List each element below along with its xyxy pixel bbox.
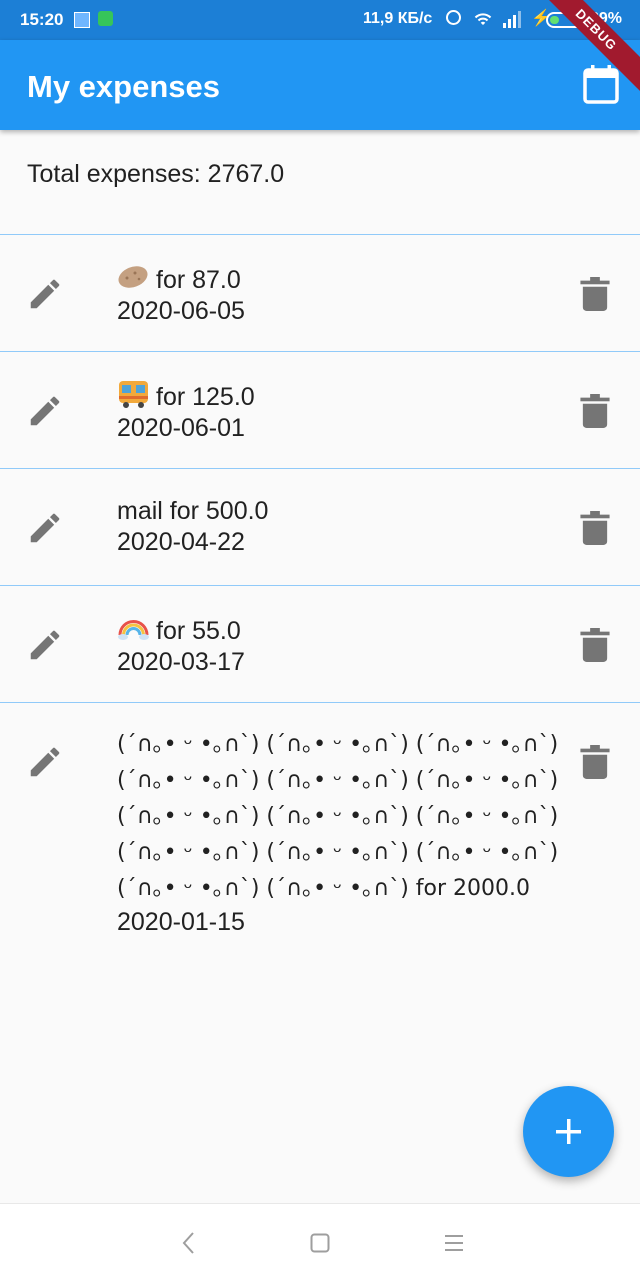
expense-date: 2020-04-22	[117, 528, 245, 556]
pencil-icon[interactable]	[26, 392, 64, 430]
expense-list: for 87.0 2020-06-05 for 125.0 2020-06-01…	[0, 234, 640, 1063]
expense-text: mail for 500.0 2020-04-22	[117, 496, 557, 558]
menu-icon[interactable]	[443, 1232, 465, 1254]
network-speed: 11,9 КБ/с	[363, 10, 433, 27]
signal-icon	[503, 11, 521, 28]
notification-icon	[74, 12, 90, 28]
expense-date: 2020-03-17	[117, 648, 245, 676]
pencil-icon[interactable]	[26, 509, 64, 547]
expense-description-line: (´∩｡• ᵕ •｡∩`) (´∩｡• ᵕ •｡∩`) (´∩｡• ᵕ •｡∩`…	[117, 840, 559, 865]
add-expense-button[interactable]	[523, 1086, 614, 1177]
expense-description-line: (´∩｡• ᵕ •｡∩`) (´∩｡• ᵕ •｡∩`) for 2000.0	[117, 876, 531, 901]
expense-amount: mail for 500.0	[117, 497, 269, 525]
list-item: for 87.0 2020-06-05	[0, 234, 640, 351]
navigation-bar	[0, 1203, 640, 1281]
plus-icon	[556, 1119, 581, 1144]
expense-amount: for 55.0	[156, 617, 241, 645]
rainbow-icon	[118, 620, 149, 640]
home-icon[interactable]	[310, 1233, 330, 1253]
status-bar: 15:20 11,9 КБ/с ⚡ 29%	[0, 0, 640, 40]
list-item: for 125.0 2020-06-01	[0, 351, 640, 468]
back-icon[interactable]	[178, 1230, 200, 1256]
app-bar: My expenses	[0, 40, 640, 130]
expense-amount: for 125.0	[156, 383, 255, 411]
page-title: My expenses	[27, 69, 220, 104]
alarm-icon	[446, 10, 461, 25]
trash-icon[interactable]	[580, 511, 610, 545]
expense-description-line: (´∩｡• ᵕ •｡∩`) (´∩｡• ᵕ •｡∩`) (´∩｡• ᵕ •｡∩`…	[117, 768, 559, 793]
expense-text: (´∩｡• ᵕ •｡∩`) (´∩｡• ᵕ •｡∩`) (´∩｡• ᵕ •｡∩`…	[117, 727, 587, 937]
expense-text: for 87.0 2020-06-05	[117, 262, 557, 327]
android-icon	[98, 11, 113, 26]
potato-icon	[118, 266, 148, 288]
expense-description-line: (´∩｡• ᵕ •｡∩`) (´∩｡• ᵕ •｡∩`) (´∩｡• ᵕ •｡∩`…	[117, 732, 559, 757]
list-item: (´∩｡• ᵕ •｡∩`) (´∩｡• ᵕ •｡∩`) (´∩｡• ᵕ •｡∩`…	[0, 702, 640, 1063]
bus-icon	[119, 381, 148, 408]
trash-icon[interactable]	[580, 745, 610, 779]
pencil-icon[interactable]	[26, 626, 64, 664]
expense-date: 2020-06-05	[117, 297, 245, 325]
expense-description-line: (´∩｡• ᵕ •｡∩`) (´∩｡• ᵕ •｡∩`) (´∩｡• ᵕ •｡∩`…	[117, 804, 559, 829]
wifi-icon	[474, 13, 492, 25]
trash-icon[interactable]	[580, 277, 610, 311]
trash-icon[interactable]	[580, 628, 610, 662]
expense-date: 2020-06-01	[117, 414, 245, 442]
status-time: 15:20	[20, 10, 64, 29]
expense-text: for 125.0 2020-06-01	[117, 379, 557, 444]
expense-date: 2020-01-15	[117, 908, 245, 936]
expense-text: for 55.0 2020-03-17	[117, 613, 557, 678]
total-expenses: Total expenses: 2767.0	[27, 160, 285, 188]
list-item: mail for 500.0 2020-04-22	[0, 468, 640, 585]
pencil-icon[interactable]	[26, 275, 64, 313]
list-item: for 55.0 2020-03-17	[0, 585, 640, 702]
trash-icon[interactable]	[580, 394, 610, 428]
expense-amount: for 87.0	[156, 266, 241, 294]
pencil-icon[interactable]	[26, 743, 64, 781]
